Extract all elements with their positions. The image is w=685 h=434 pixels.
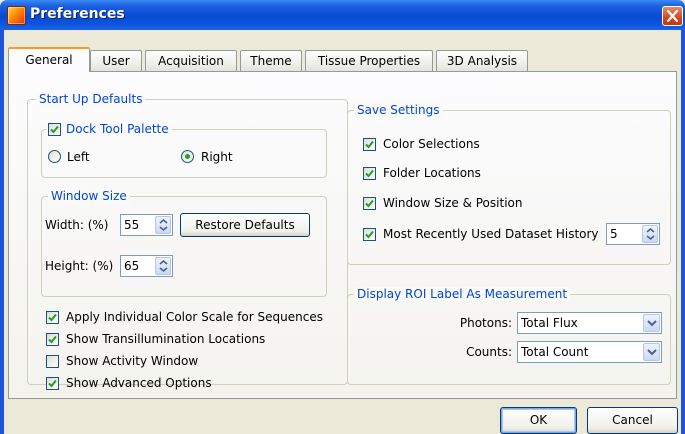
height-label: Height: (%) <box>45 259 114 273</box>
tab-acquisition[interactable]: Acquisition <box>145 50 237 71</box>
dataset-history-value: 5 <box>610 227 618 241</box>
dock-left-radio[interactable] <box>48 150 61 163</box>
save-dataset-history-label: Most Recently Used Dataset History <box>383 227 599 241</box>
tab-general[interactable]: General <box>8 47 90 72</box>
roi-label-group: Display ROI Label As Measurement Photons… <box>347 287 671 385</box>
checkmark-icon <box>365 199 374 208</box>
dock-tool-palette-group: Dock Tool Palette Left Right <box>41 122 327 178</box>
dataset-history-spinner[interactable]: 5 <box>606 223 660 245</box>
save-color-selections-checkbox[interactable] <box>363 138 376 151</box>
app-icon <box>7 6 26 25</box>
counts-dropdown-button[interactable] <box>643 343 660 361</box>
dock-tool-palette-checkbox[interactable] <box>48 122 61 136</box>
checkmark-icon <box>48 313 57 322</box>
counts-label: Counts: <box>466 345 512 359</box>
spinner-arrows-icon <box>646 227 655 241</box>
show-advanced-options-checkbox[interactable] <box>46 377 59 390</box>
show-transillumination-checkbox[interactable] <box>46 333 59 346</box>
apply-color-scale-label: Apply Individual Color Scale for Sequenc… <box>66 310 323 324</box>
photons-select[interactable]: Total Flux <box>517 312 662 334</box>
height-spinner-buttons[interactable] <box>155 257 171 275</box>
dock-left-label: Left <box>67 150 90 164</box>
show-activity-window-label: Show Activity Window <box>66 354 199 368</box>
window-border-left <box>0 30 4 434</box>
dock-right-radio[interactable] <box>181 150 194 163</box>
spinner-arrows-icon <box>159 259 168 273</box>
width-spinner-buttons[interactable] <box>155 216 171 234</box>
chevron-down-icon <box>647 349 657 356</box>
show-activity-window-checkbox[interactable] <box>46 355 59 368</box>
checkmark-icon <box>365 140 374 149</box>
startup-defaults-legend: Start Up Defaults <box>36 92 146 106</box>
save-folder-locations-label: Folder Locations <box>383 166 481 180</box>
ok-button[interactable]: OK <box>500 407 577 434</box>
save-folder-locations-checkbox[interactable] <box>363 167 376 180</box>
close-button[interactable] <box>662 6 683 26</box>
checkmark-icon <box>365 169 374 178</box>
tab-panel-general: Start Up Defaults Dock Tool Palette Left… <box>8 71 677 399</box>
save-window-size-position-checkbox[interactable] <box>363 197 376 210</box>
title-bar: Preferences <box>0 0 685 30</box>
save-color-selections-label: Color Selections <box>383 137 480 151</box>
chevron-down-icon <box>647 320 657 327</box>
counts-select[interactable]: Total Count <box>517 341 662 363</box>
spinner-arrows-icon <box>159 218 168 232</box>
height-value: 65 <box>124 259 140 273</box>
close-icon <box>667 10 678 22</box>
save-settings-legend: Save Settings <box>354 103 443 117</box>
cancel-button[interactable]: Cancel <box>587 407 678 434</box>
checkmark-icon <box>50 125 59 133</box>
tab-3d-analysis[interactable]: 3D Analysis <box>436 50 528 71</box>
save-dataset-history-checkbox[interactable] <box>363 228 376 241</box>
dock-tool-palette-legend: Dock Tool Palette <box>46 122 172 136</box>
height-spinner[interactable]: 65 <box>120 255 173 277</box>
width-spinner[interactable]: 55 <box>120 214 173 236</box>
dock-tool-palette-label: Dock Tool Palette <box>66 122 169 136</box>
window-size-group: Window Size Width: (%) 55 Restore Defaul… <box>41 189 327 297</box>
width-value: 55 <box>124 218 140 232</box>
window-border-right <box>681 30 685 434</box>
dataset-history-spinner-buttons[interactable] <box>642 225 658 243</box>
width-label: Width: (%) <box>45 218 109 232</box>
tab-theme[interactable]: Theme <box>240 50 302 71</box>
window-title: Preferences <box>30 6 125 22</box>
tab-tissue-properties[interactable]: Tissue Properties <box>305 50 433 71</box>
roi-label-legend: Display ROI Label As Measurement <box>354 287 571 301</box>
dock-right-label: Right <box>201 150 233 164</box>
restore-defaults-button[interactable]: Restore Defaults <box>180 213 310 237</box>
checkmark-icon <box>365 230 374 239</box>
counts-value: Total Count <box>521 345 589 359</box>
startup-defaults-group: Start Up Defaults Dock Tool Palette Left… <box>27 92 348 390</box>
save-settings-group: Save Settings Color Selections Folder Lo… <box>347 103 671 265</box>
show-advanced-options-label: Show Advanced Options <box>66 376 212 390</box>
checkmark-icon <box>48 335 57 344</box>
photons-dropdown-button[interactable] <box>643 314 660 332</box>
photons-label: Photons: <box>459 316 512 330</box>
show-transillumination-label: Show Transillumination Locations <box>66 332 266 346</box>
checkmark-icon <box>48 379 57 388</box>
radio-selected-dot <box>185 154 190 159</box>
save-window-size-position-label: Window Size & Position <box>383 196 523 210</box>
window-size-legend: Window Size <box>48 189 130 203</box>
tab-user[interactable]: User <box>90 50 142 71</box>
apply-color-scale-checkbox[interactable] <box>46 311 59 324</box>
photons-value: Total Flux <box>521 316 578 330</box>
